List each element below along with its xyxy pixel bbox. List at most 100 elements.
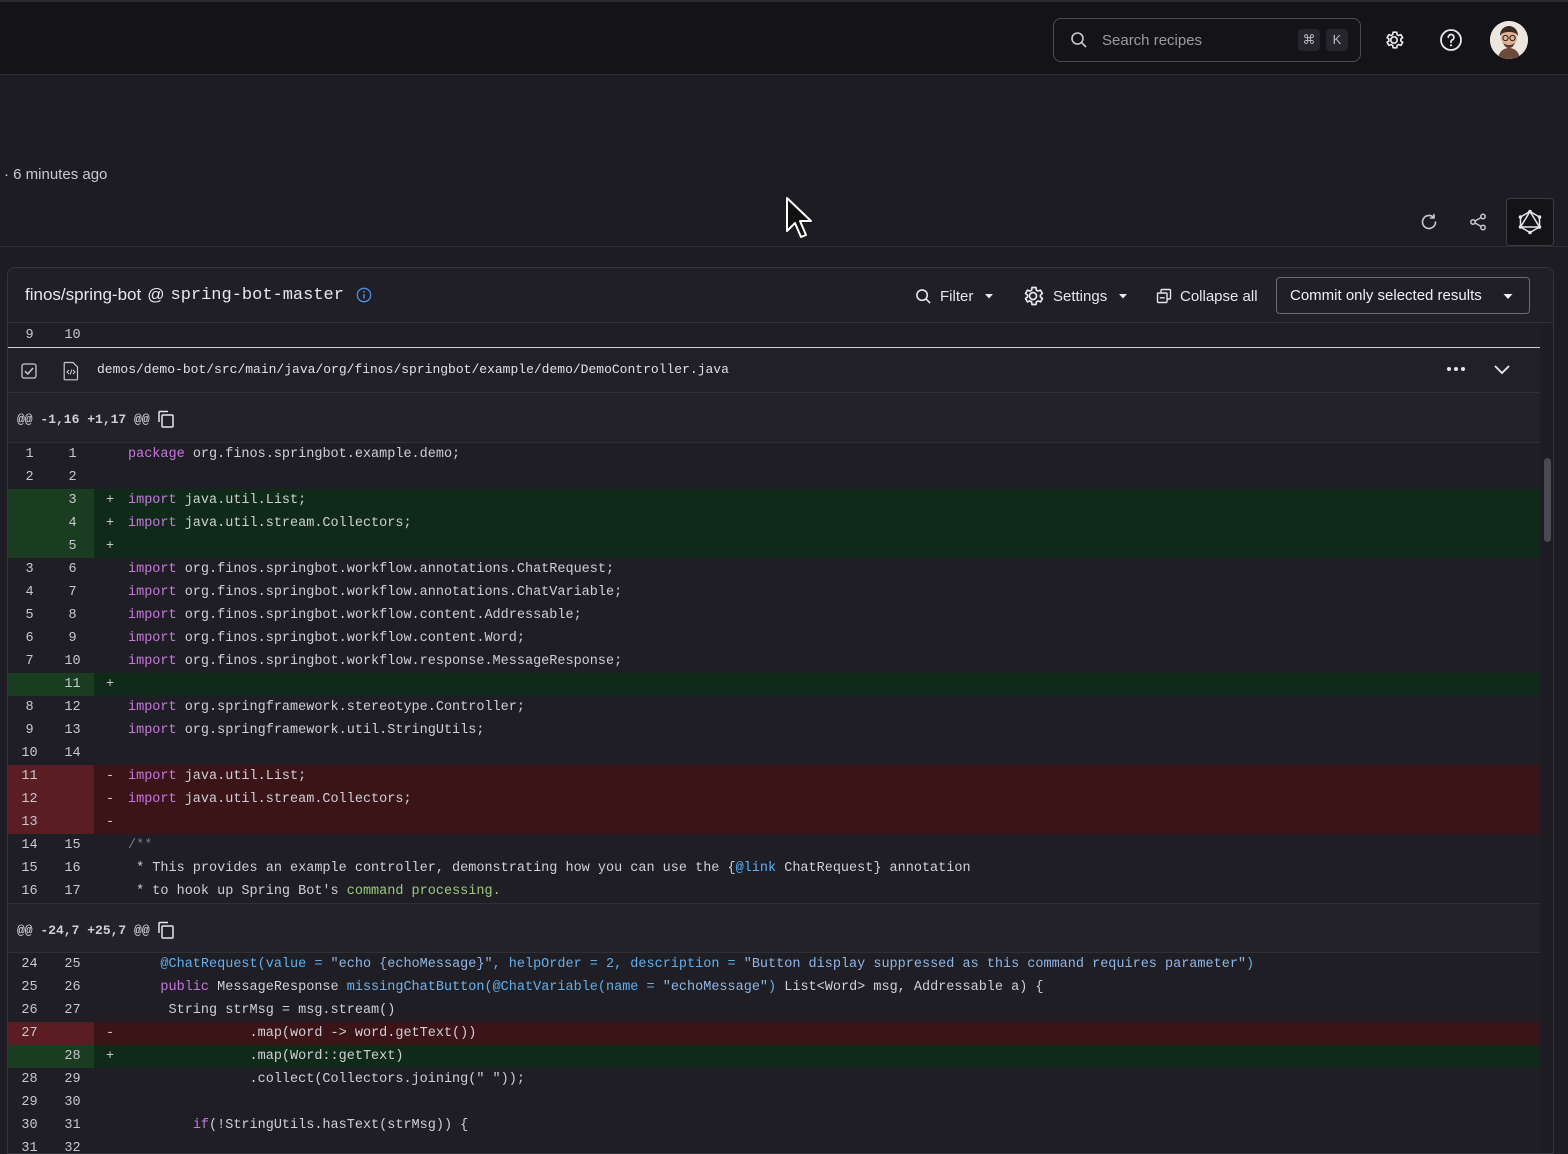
caret-down-icon[interactable] xyxy=(1500,288,1516,304)
old-line-number: 26 xyxy=(21,1003,38,1018)
diff-row: 4 7 import org.finos.springbot.workflow.an… xyxy=(8,581,1540,604)
code-text: java.util.stream.Collectors; xyxy=(176,516,412,531)
new-line-number: 10 xyxy=(64,654,81,669)
branch-name: spring-bot-master xyxy=(170,285,344,305)
new-line-number: 11 xyxy=(51,673,94,696)
graphql-icon[interactable] xyxy=(1506,198,1554,246)
diff-row: 9 10 xyxy=(8,324,1540,347)
diff-row: 22 xyxy=(8,466,1540,489)
checkbox-checked-icon[interactable] xyxy=(21,363,37,379)
hunk-range: @@ -24,7 +25,7 @@ xyxy=(17,922,150,938)
code-text: MessageResponse xyxy=(209,980,347,995)
annotation: ) xyxy=(768,980,777,995)
search-icon xyxy=(916,288,931,304)
scrollbar-track[interactable] xyxy=(1542,324,1553,1153)
annotation: ) xyxy=(1246,957,1255,972)
collapse-all-button[interactable]: Collapse all xyxy=(1156,282,1258,310)
old-line-number: 12 xyxy=(8,788,51,811)
keyword: import xyxy=(128,608,177,623)
settings-button[interactable]: Settings xyxy=(1021,282,1131,310)
code-text: java.util.List; xyxy=(176,769,307,784)
hunk-1-lines: 1 1 package org.finos.springbot.example.de… xyxy=(8,443,1540,834)
new-line-number: 4 xyxy=(51,512,94,535)
code-line: if(!StringUtils.hasText(strMsg)) { xyxy=(128,1114,468,1137)
diff-sign: + xyxy=(106,516,115,531)
hunk-header: @@ -24,7 +25,7 @@ xyxy=(8,903,1540,953)
file-path: demos/demo-bot/src/main/java/org/finos/s… xyxy=(97,362,729,377)
commit-selected-button[interactable]: Commit only selected results xyxy=(1276,277,1530,314)
old-line-number xyxy=(8,512,51,535)
chevron-down-icon[interactable] xyxy=(1492,361,1512,377)
diff-row: 26 27 String strMsg = msg.stream() xyxy=(8,999,1540,1022)
annotation: @ChatRequest(value = xyxy=(160,957,331,972)
code-text: .map(word -> word.getText()) xyxy=(128,1026,477,1041)
copy-icon[interactable] xyxy=(156,409,176,429)
time-ago: · 6 minutes ago xyxy=(4,166,108,183)
diff-row: 3 + import java.util.List; xyxy=(8,489,1540,512)
new-line-number xyxy=(51,788,94,811)
help-icon[interactable] xyxy=(1435,24,1467,56)
code-line: import java.util.List; xyxy=(128,489,306,512)
diff-sign: + xyxy=(106,1049,115,1064)
search-icon xyxy=(1071,32,1087,48)
gear-icon[interactable] xyxy=(1378,24,1410,56)
code-line: import java.util.stream.Collectors; xyxy=(128,512,412,535)
new-line-number: 9 xyxy=(68,631,77,646)
diff-row: 6 9 import org.finos.springbot.workflow.co… xyxy=(8,627,1540,650)
annotation: , helpOrder = 2, description = xyxy=(492,957,744,972)
hunk-2-lines: 24 25 @ChatRequest(value = "echo {echoMes… xyxy=(8,953,1540,1153)
repository-title: finos/spring-bot @ spring-bot-master xyxy=(25,285,372,305)
comment-text: * This provides an example controller, d… xyxy=(128,861,736,876)
old-line-number: 29 xyxy=(21,1095,38,1110)
old-line-number xyxy=(8,1045,51,1068)
diff-row: 30 31 if(!StringUtils.hasText(strMsg)) { xyxy=(8,1114,1540,1137)
new-line-number xyxy=(51,1022,94,1045)
old-line-number: 9 xyxy=(25,328,34,343)
diff-row: 27 - .map(word -> word.getText()) xyxy=(8,1022,1540,1045)
old-line-number: 13 xyxy=(8,811,51,834)
diff-row: 16 17 * to hook up Spring Bot's command p… xyxy=(8,880,1540,903)
commit-selected-label: Commit only selected results xyxy=(1290,287,1482,304)
new-line-number: 30 xyxy=(64,1095,81,1110)
diff-row: 31 32 xyxy=(8,1137,1540,1153)
keyword: import xyxy=(128,792,177,807)
filter-label: Filter xyxy=(940,287,974,305)
old-line-number: 16 xyxy=(21,884,38,899)
keyword: import xyxy=(128,562,177,577)
old-line-number: 1 xyxy=(25,447,34,462)
top-bar: Search recipes ⌘ K xyxy=(0,0,1568,75)
old-line-number: 6 xyxy=(25,631,34,646)
refresh-icon[interactable] xyxy=(1413,206,1445,238)
code-text: String strMsg = msg.stream() xyxy=(128,1003,396,1018)
user-avatar[interactable] xyxy=(1490,21,1528,59)
search-recipes-input[interactable]: Search recipes ⌘ K xyxy=(1053,18,1361,62)
diff-row: 15 16 * This provides an example controll… xyxy=(8,857,1540,880)
hunk-range: @@ -1,16 +1,17 @@ xyxy=(17,411,150,427)
info-icon[interactable] xyxy=(356,287,372,303)
code-text: .map(Word::getText) xyxy=(128,1049,404,1064)
comment-text: * to hook up Spring Bot's xyxy=(128,884,347,899)
code-line: import org.finos.springbot.workflow.resp… xyxy=(128,650,622,673)
diff-content: 9 10 demos/demo-bot/src/main/java/org/fi… xyxy=(8,324,1540,1153)
more-options-icon[interactable] xyxy=(1446,362,1466,376)
share-icon[interactable] xyxy=(1462,206,1494,238)
old-line-number: 27 xyxy=(8,1022,51,1045)
old-line-number xyxy=(8,489,51,512)
repo-name: finos/spring-bot xyxy=(25,285,142,304)
keyword: import xyxy=(128,723,177,738)
old-line-number xyxy=(8,673,51,696)
old-line-number: 11 xyxy=(8,765,51,788)
new-line-number: 5 xyxy=(51,535,94,558)
diff-row: 14 15 /** xyxy=(8,834,1540,857)
filter-button[interactable]: Filter xyxy=(915,282,997,310)
code-line: public MessageResponse missingChatButton… xyxy=(128,976,1043,999)
diff-row: 7 10 import org.finos.springbot.workflow.r… xyxy=(8,650,1540,673)
code-line: .map(word -> word.getText()) xyxy=(128,1022,477,1045)
scrollbar-thumb[interactable] xyxy=(1544,458,1551,542)
caret-down-icon xyxy=(1119,294,1128,299)
keyword: import xyxy=(128,516,177,531)
settings-label: Settings xyxy=(1053,287,1108,305)
search-placeholder: Search recipes xyxy=(1102,31,1203,49)
copy-icon[interactable] xyxy=(156,920,176,940)
code-text: org.finos.springbot.workflow.annotations… xyxy=(176,585,623,600)
